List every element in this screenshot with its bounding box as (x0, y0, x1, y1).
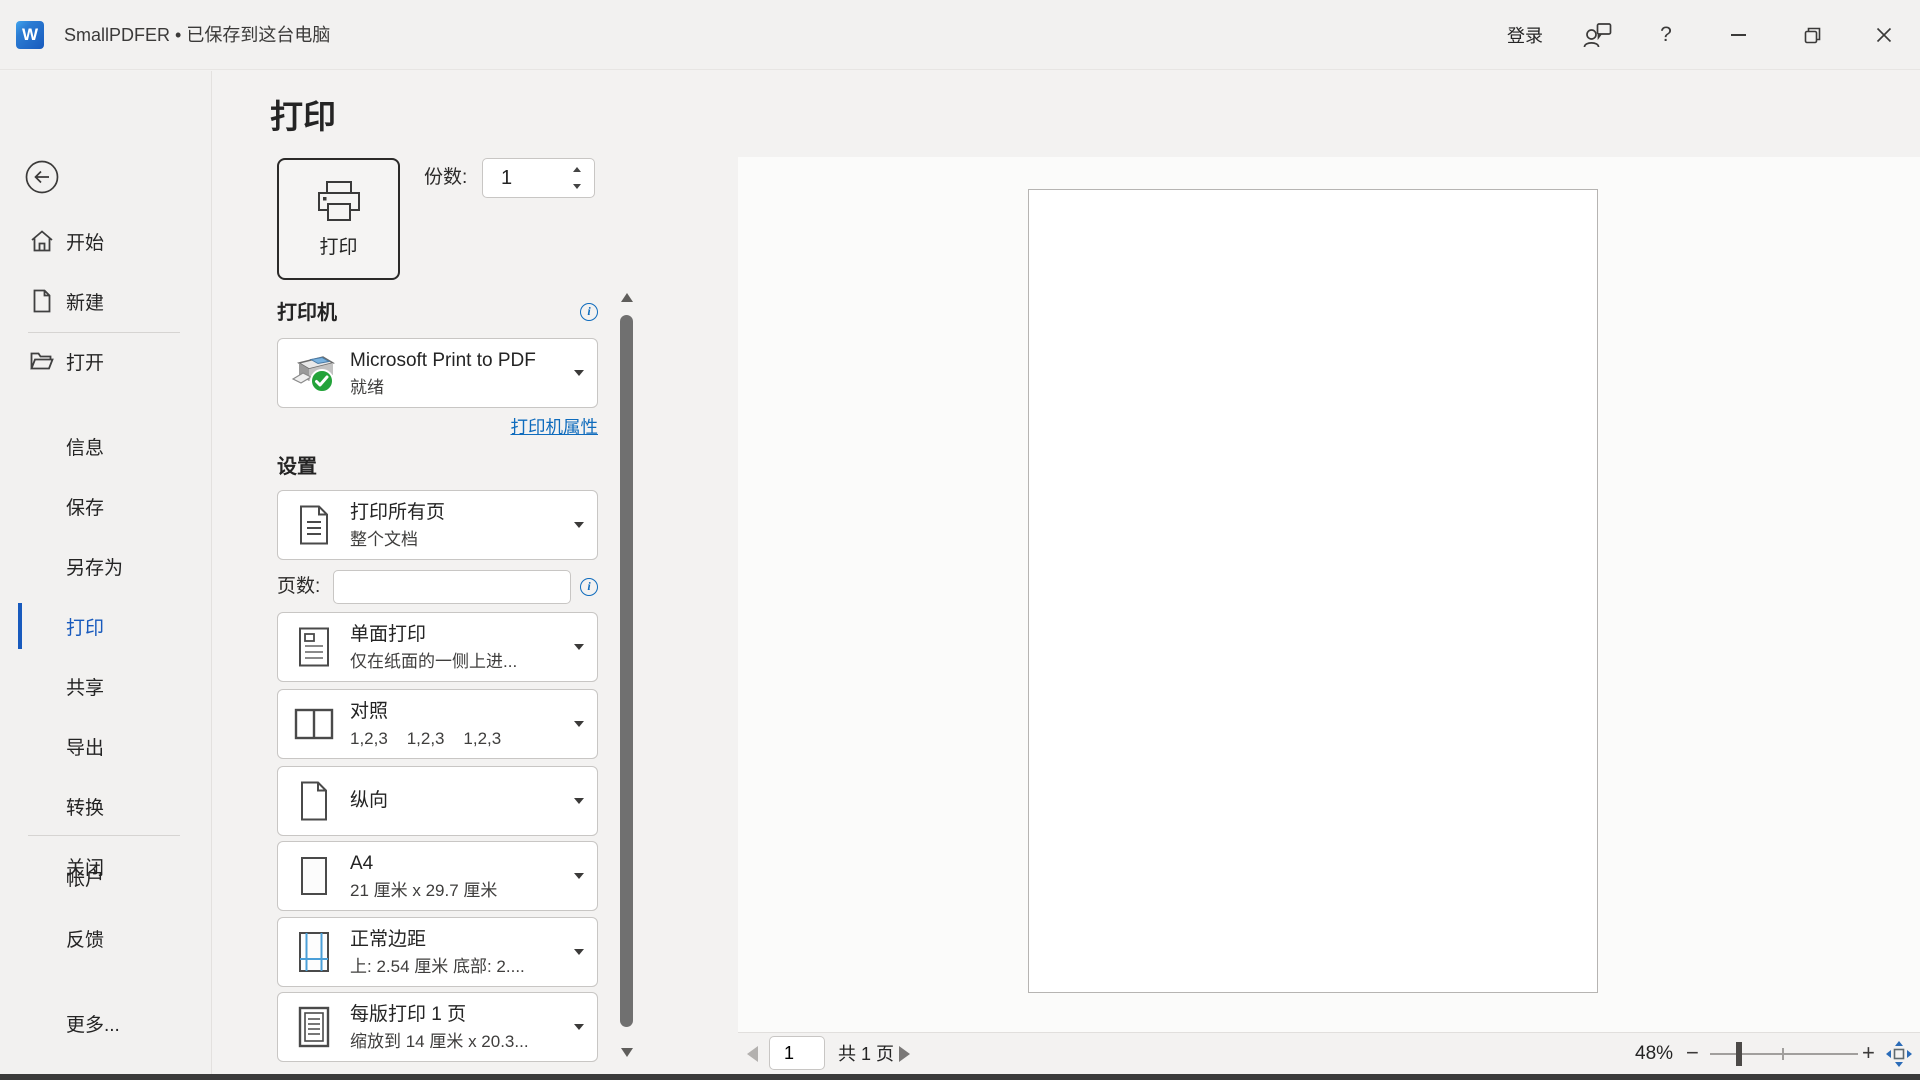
copies-input[interactable] (483, 159, 563, 197)
sidebar-item-export[interactable]: 导出 (0, 726, 212, 766)
zoom-slider-thumb[interactable] (1736, 1042, 1742, 1066)
person-feedback-icon (1583, 21, 1613, 49)
close-icon (1876, 27, 1892, 43)
sidebar-item-info[interactable] (0, 355, 212, 395)
previous-page-button[interactable] (747, 1046, 758, 1062)
sidebar-item-share[interactable]: 共享 (0, 666, 212, 706)
scrollbar-thumb[interactable] (620, 315, 633, 1027)
chevron-down-icon (574, 644, 584, 650)
zoom-in-button[interactable]: + (1862, 1033, 1875, 1075)
sidebar-item-account[interactable]: 帐户 (0, 857, 212, 897)
sidebar-item-home[interactable]: 开始 (0, 221, 212, 261)
printer-name: Microsoft Print to PDF (350, 347, 563, 375)
chevron-down-icon (574, 949, 584, 955)
preview-page (1028, 189, 1598, 993)
scroll-down-button[interactable] (620, 1048, 634, 1057)
page-title: 打印 (270, 90, 336, 138)
sidebar-item-more[interactable]: 更多... (0, 1003, 212, 1043)
pages-per-sheet-icon (288, 1005, 340, 1049)
setting-duplex-dropdown[interactable]: 单面打印 仅在纸面的一侧上进... (277, 612, 598, 682)
document-title: SmallPDFER • 已保存到这台电脑 (64, 0, 330, 70)
chevron-down-icon (573, 184, 581, 189)
triangle-down-icon (621, 1048, 633, 1057)
page-number-input[interactable] (769, 1036, 825, 1070)
collated-icon (288, 706, 340, 742)
restore-button[interactable] (1789, 0, 1835, 70)
sidebar-item-info[interactable]: 信息 (0, 426, 212, 466)
word-app-icon: W (16, 21, 44, 49)
pages-label: 页数: (277, 570, 320, 604)
next-page-button[interactable] (899, 1046, 910, 1062)
chevron-down-icon (574, 1024, 584, 1030)
zoom-slider-track[interactable] (1710, 1053, 1858, 1055)
minimize-icon (1731, 34, 1746, 36)
sidebar-item-print[interactable]: 打印 (0, 606, 212, 646)
preview-toolbar: 共 1 页 48% − + (738, 1032, 1920, 1074)
triangle-up-icon (621, 293, 633, 302)
printer-device-icon (288, 351, 340, 395)
minimize-button[interactable] (1715, 0, 1761, 70)
backstage-sidebar: 开始 新建 打开 信息 保存 另存为 打印 共享 导出 转换 关闭 帐户 (0, 71, 212, 1074)
setting-collation-dropdown[interactable]: 对照 1,2,3 1,2,3 1,2,3 (277, 689, 598, 759)
printer-section-heading: 打印机 (277, 296, 337, 325)
active-item-indicator (18, 603, 22, 649)
print-button[interactable]: 打印 (277, 158, 400, 280)
print-preview-canvas (738, 157, 1920, 1032)
chevron-down-icon (574, 798, 584, 804)
titlebar: W SmallPDFER • 已保存到这台电脑 登录 ? (0, 0, 1920, 70)
fit-to-page-icon (1886, 1041, 1912, 1067)
chevron-up-icon (573, 167, 581, 172)
paper-size-icon (288, 855, 340, 897)
setting-margins-dropdown[interactable]: 正常边距 上: 2.54 厘米 底部: 2.... (277, 917, 598, 987)
zoom-out-button[interactable]: − (1686, 1033, 1699, 1075)
chevron-down-icon (574, 873, 584, 879)
portrait-page-icon (288, 779, 340, 823)
settings-section-heading: 设置 (277, 450, 317, 479)
new-document-icon (29, 288, 55, 314)
sidebar-item-transform[interactable]: 转换 (0, 786, 212, 826)
back-arrow-icon (24, 159, 60, 195)
zoom-level-label: 48% (1635, 1033, 1673, 1075)
setting-pages-per-sheet-dropdown[interactable]: 每版打印 1 页 缩放到 14 厘米 x 20.3... (277, 992, 598, 1062)
restore-icon (1804, 27, 1821, 44)
printer-info-icon[interactable]: i (580, 303, 598, 321)
print-all-pages-icon (288, 502, 340, 548)
pages-info-icon[interactable]: i (580, 578, 598, 596)
printer-select[interactable]: Microsoft Print to PDF 就绪 (277, 338, 598, 408)
copies-stepper (482, 158, 595, 198)
margins-icon (288, 930, 340, 974)
sidebar-item-save-as[interactable]: 另存为 (0, 546, 212, 586)
printer-properties-link[interactable]: 打印机属性 (277, 414, 598, 439)
divider (28, 332, 180, 333)
setting-print-range-dropdown[interactable]: 打印所有页 整个文档 (277, 490, 598, 560)
total-pages-label: 共 1 页 (838, 1033, 894, 1075)
print-button-label: 打印 (319, 232, 357, 259)
sidebar-item-feedback[interactable]: 反馈 (0, 918, 212, 958)
home-icon (29, 228, 55, 254)
close-button[interactable] (1861, 0, 1907, 70)
chevron-down-icon (574, 522, 584, 528)
printer-status: 就绪 (350, 375, 563, 400)
copies-label: 份数: (424, 158, 467, 198)
chevron-down-icon (574, 721, 584, 727)
setting-orientation-dropdown[interactable]: 纵向 (277, 766, 598, 836)
divider (28, 835, 180, 836)
one-sided-print-icon (288, 624, 340, 670)
help-button[interactable]: ? (1643, 0, 1689, 70)
copies-decrement-button[interactable] (568, 177, 586, 196)
zoom-to-page-button[interactable] (1886, 1041, 1912, 1067)
sidebar-item-new[interactable]: 新建 (0, 281, 212, 321)
scroll-up-button[interactable] (620, 293, 634, 302)
sign-in-button[interactable]: 登录 (1490, 0, 1560, 70)
contact-support-button[interactable] (1575, 0, 1621, 70)
zoom-slider-center-tick (1782, 1048, 1784, 1060)
chevron-down-icon (574, 370, 584, 376)
setting-paper-size-dropdown[interactable]: A4 21 厘米 x 29.7 厘米 (277, 841, 598, 911)
pages-input[interactable] (333, 570, 571, 604)
window-bottom-edge (0, 1074, 1920, 1080)
back-button[interactable] (24, 159, 60, 195)
sidebar-item-save[interactable]: 保存 (0, 486, 212, 526)
printer-icon (316, 180, 362, 224)
